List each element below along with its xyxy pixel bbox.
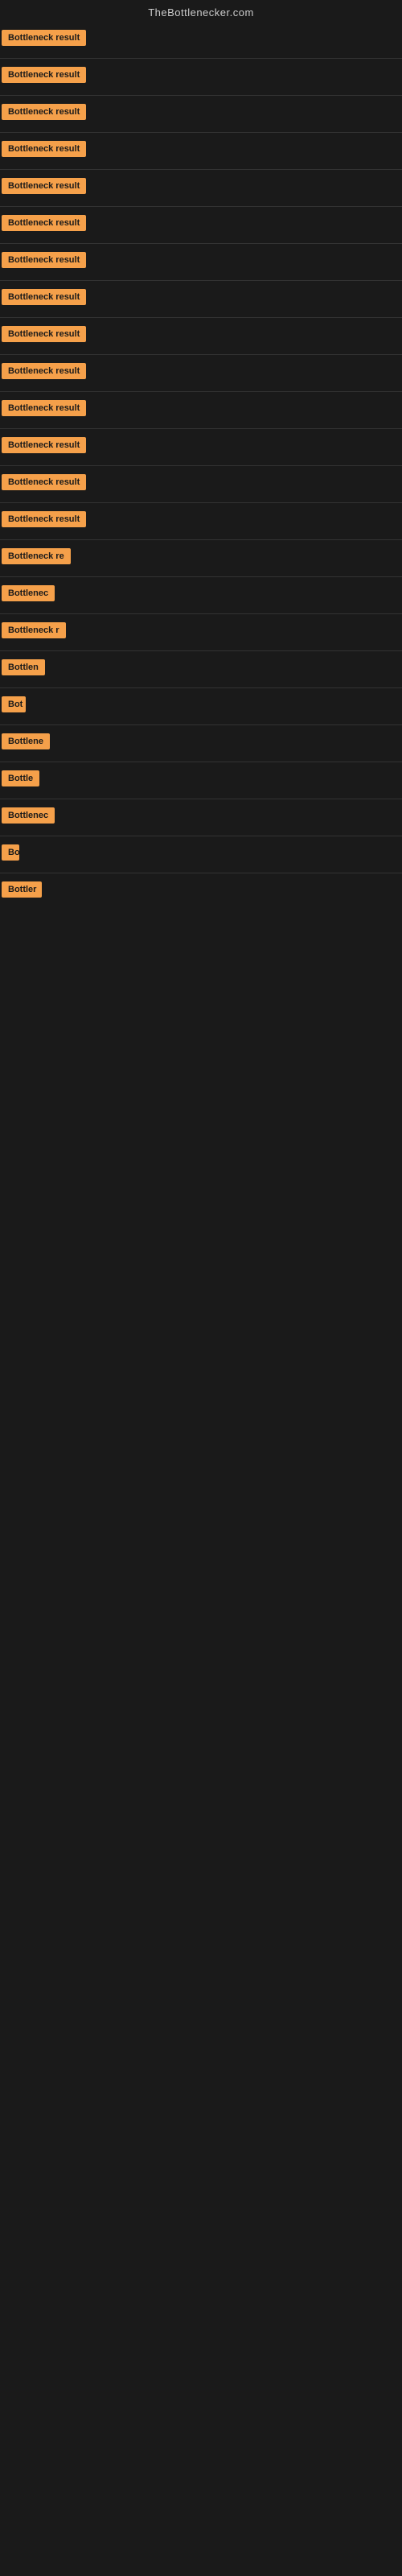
bottleneck-badge[interactable]: Bottleneck result bbox=[2, 104, 86, 120]
bottleneck-item: Bottleneck result bbox=[0, 96, 402, 132]
bottleneck-item: Bot bbox=[0, 688, 402, 724]
bottleneck-badge[interactable]: Bottler bbox=[2, 881, 42, 898]
bottleneck-item: Bottlenec bbox=[0, 577, 402, 613]
bottleneck-item: Bottleneck result bbox=[0, 170, 402, 206]
bottleneck-item: Bottleneck result bbox=[0, 207, 402, 243]
bottleneck-badge[interactable]: Bottlen bbox=[2, 659, 45, 675]
bottleneck-badge[interactable]: Bottleneck result bbox=[2, 400, 86, 416]
bottleneck-badge[interactable]: Bottleneck result bbox=[2, 30, 86, 46]
bottleneck-badge[interactable]: Bottleneck result bbox=[2, 474, 86, 490]
bottleneck-badge[interactable]: Bottle bbox=[2, 770, 39, 786]
bottleneck-badge[interactable]: Bottleneck result bbox=[2, 67, 86, 83]
bottleneck-item: Bottleneck result bbox=[0, 392, 402, 428]
bottleneck-item: Bottler bbox=[0, 873, 402, 910]
site-header: TheBottlenecker.com bbox=[0, 0, 402, 22]
bottleneck-badge[interactable]: Bot bbox=[2, 696, 26, 712]
bottleneck-item: Bottleneck result bbox=[0, 355, 402, 391]
bottleneck-badge[interactable]: Bottleneck result bbox=[2, 289, 86, 305]
bottleneck-badge[interactable]: Bottleneck result bbox=[2, 363, 86, 379]
bottleneck-badge[interactable]: Bottleneck r bbox=[2, 622, 66, 638]
bottleneck-item: Bottlenec bbox=[0, 799, 402, 836]
bottleneck-item: Bottleneck result bbox=[0, 466, 402, 502]
bottleneck-item: Bottleneck result bbox=[0, 318, 402, 354]
bottleneck-badge[interactable]: Bottleneck result bbox=[2, 437, 86, 453]
bottleneck-item: Bottleneck result bbox=[0, 22, 402, 58]
bottleneck-badge[interactable]: Bottlenec bbox=[2, 807, 55, 824]
bottleneck-badge[interactable]: Bottleneck result bbox=[2, 215, 86, 231]
site-title: TheBottlenecker.com bbox=[148, 6, 254, 19]
bottleneck-badge[interactable]: Bottleneck result bbox=[2, 511, 86, 527]
bottleneck-item: Bo bbox=[0, 836, 402, 873]
bottleneck-item: Bottleneck result bbox=[0, 59, 402, 95]
bottleneck-badge[interactable]: Bottlenec bbox=[2, 585, 55, 601]
bottleneck-badge[interactable]: Bottleneck re bbox=[2, 548, 71, 564]
bottleneck-badge[interactable]: Bottleneck result bbox=[2, 141, 86, 157]
bottleneck-item: Bottlene bbox=[0, 725, 402, 762]
bottleneck-item: Bottleneck result bbox=[0, 244, 402, 280]
bottleneck-container: Bottleneck result Bottleneck result Bottle… bbox=[0, 22, 402, 910]
bottleneck-item: Bottleneck result bbox=[0, 503, 402, 539]
bottleneck-badge[interactable]: Bo bbox=[2, 844, 19, 861]
bottleneck-badge[interactable]: Bottleneck result bbox=[2, 178, 86, 194]
bottleneck-item: Bottle bbox=[0, 762, 402, 799]
bottleneck-item: Bottleneck result bbox=[0, 281, 402, 317]
bottleneck-badge[interactable]: Bottleneck result bbox=[2, 326, 86, 342]
bottleneck-badge[interactable]: Bottlene bbox=[2, 733, 50, 749]
bottleneck-item: Bottlen bbox=[0, 651, 402, 687]
bottleneck-item: Bottleneck r bbox=[0, 614, 402, 650]
bottleneck-item: Bottleneck result bbox=[0, 133, 402, 169]
bottleneck-item: Bottleneck re bbox=[0, 540, 402, 576]
bottleneck-badge[interactable]: Bottleneck result bbox=[2, 252, 86, 268]
bottleneck-item: Bottleneck result bbox=[0, 429, 402, 465]
